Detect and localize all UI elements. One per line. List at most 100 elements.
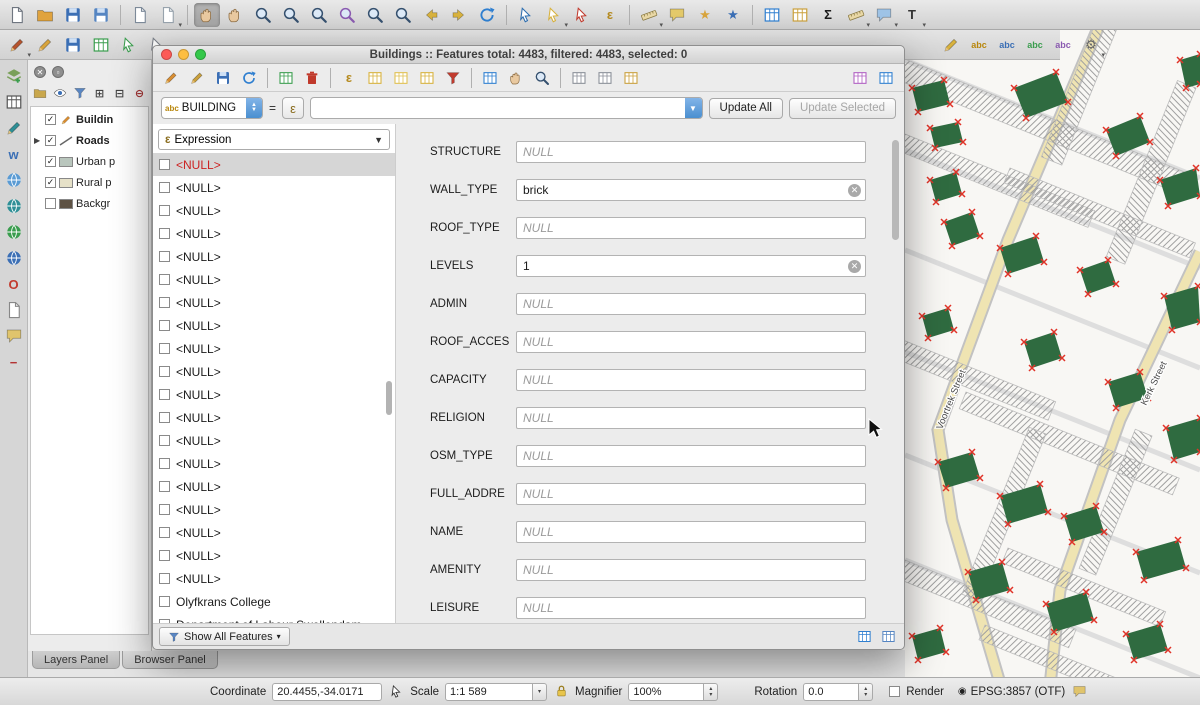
add-group-icon[interactable] bbox=[31, 84, 48, 102]
detach-panel-button[interactable]: ▫ bbox=[52, 66, 64, 78]
structure-field[interactable]: NULL bbox=[516, 141, 866, 163]
feature-list-item[interactable]: <NULL> bbox=[153, 498, 395, 521]
zoom-to-selected-icon[interactable] bbox=[530, 67, 554, 89]
pan-map-icon[interactable] bbox=[194, 3, 220, 27]
zoom-in-icon[interactable] bbox=[250, 3, 276, 27]
feature-checkbox[interactable] bbox=[159, 251, 170, 262]
layer-item-urban-p[interactable]: Urban p bbox=[31, 151, 148, 172]
new-bookmark-icon[interactable]: ★ bbox=[692, 3, 718, 27]
clear-value-icon[interactable]: ✕ bbox=[848, 184, 861, 197]
text-annotation-icon[interactable]: T▾ bbox=[899, 3, 925, 27]
feature-checkbox[interactable] bbox=[159, 481, 170, 492]
feature-list-item[interactable]: <NULL> bbox=[153, 291, 395, 314]
dropdown-caret-icon[interactable]: ▼ bbox=[685, 98, 702, 118]
feature-list-item[interactable]: <NULL> bbox=[153, 337, 395, 360]
layer-visibility-checkbox[interactable] bbox=[45, 177, 56, 188]
label-properties-icon[interactable]: ⚙▾ bbox=[1078, 33, 1104, 57]
feature-list-item[interactable]: <NULL> bbox=[153, 153, 395, 176]
feature-list-item[interactable]: <NULL> bbox=[153, 521, 395, 544]
magnifier-spinbox[interactable]: ▴▾ bbox=[628, 683, 718, 701]
select-by-expression-icon[interactable]: ε bbox=[597, 3, 623, 27]
map-tips-icon[interactable] bbox=[664, 3, 690, 27]
save-project-icon[interactable] bbox=[60, 3, 86, 27]
new-field-icon[interactable] bbox=[567, 67, 591, 89]
osm_type-field[interactable]: NULL bbox=[516, 445, 866, 467]
save-project-as-icon[interactable] bbox=[88, 3, 114, 27]
expand-all-icon[interactable]: ⊞ bbox=[91, 84, 108, 102]
leisure-field[interactable]: NULL bbox=[516, 597, 866, 619]
remove-layer-icon[interactable]: − bbox=[2, 350, 26, 374]
open-field-calculator-icon[interactable] bbox=[619, 67, 643, 89]
messages-log-icon[interactable] bbox=[1071, 684, 1087, 700]
feature-list-item[interactable]: <NULL> bbox=[153, 268, 395, 291]
feature-checkbox[interactable] bbox=[159, 182, 170, 193]
delete-selected-features-icon[interactable] bbox=[300, 67, 324, 89]
new-composer-icon[interactable] bbox=[127, 3, 153, 27]
zoom-last-icon[interactable] bbox=[418, 3, 444, 27]
minimize-window-button[interactable] bbox=[178, 49, 189, 60]
feature-list-item[interactable]: <NULL> bbox=[153, 406, 395, 429]
pin-unpin-labels-icon[interactable]: abc bbox=[966, 33, 992, 57]
feature-checkbox[interactable] bbox=[159, 205, 170, 216]
select-by-expression-icon[interactable]: ε bbox=[337, 67, 361, 89]
measure-area-icon[interactable]: ▾ bbox=[843, 3, 869, 27]
feature-checkbox[interactable] bbox=[159, 228, 170, 239]
stepper-icon[interactable]: ▴▾ bbox=[704, 683, 718, 701]
stepper-icon[interactable]: ▴▾ bbox=[859, 683, 873, 701]
measure-icon[interactable]: ▾ bbox=[636, 3, 662, 27]
render-checkbox[interactable] bbox=[889, 686, 900, 697]
dialog-titlebar[interactable]: Buildings :: Features total: 4483, filte… bbox=[153, 46, 904, 64]
feature-checkbox[interactable] bbox=[159, 366, 170, 377]
list-scrollbar-thumb[interactable] bbox=[386, 381, 392, 415]
add-wms-layer-icon[interactable] bbox=[2, 194, 26, 218]
rotation-input[interactable] bbox=[803, 683, 859, 701]
refresh-map-icon[interactable] bbox=[474, 3, 500, 27]
feature-checkbox[interactable] bbox=[159, 297, 170, 308]
feature-checkbox[interactable] bbox=[159, 159, 170, 170]
scale-input[interactable] bbox=[445, 683, 533, 701]
levels-field[interactable]: 1✕ bbox=[516, 255, 866, 277]
feature-list-item[interactable]: <NULL> bbox=[153, 199, 395, 222]
coordinate-input[interactable] bbox=[272, 683, 382, 701]
rotation-spinbox[interactable]: ▴▾ bbox=[803, 683, 873, 701]
feature-list-item[interactable]: <NULL> bbox=[153, 567, 395, 590]
feature-filter-button[interactable]: Show All Features ▾ bbox=[159, 627, 290, 646]
move-feature-icon[interactable] bbox=[116, 33, 142, 57]
zoom-out-icon[interactable] bbox=[278, 3, 304, 27]
close-window-button[interactable] bbox=[161, 49, 172, 60]
annotation-icon[interactable]: ▾ bbox=[871, 3, 897, 27]
tab-browser-panel[interactable]: Browser Panel bbox=[122, 651, 218, 669]
zoom-native-icon[interactable] bbox=[306, 3, 332, 27]
feature-checkbox[interactable] bbox=[159, 550, 170, 561]
feature-checkbox[interactable] bbox=[159, 527, 170, 538]
open-project-icon[interactable] bbox=[32, 3, 58, 27]
feature-list-item[interactable]: Department of Labour Swellendam bbox=[153, 613, 395, 623]
statistics-icon[interactable]: Σ bbox=[815, 3, 841, 27]
form-scrollbar-thumb[interactable] bbox=[892, 140, 899, 240]
zoom-full-icon[interactable] bbox=[334, 3, 360, 27]
feature-list-view-combo[interactable]: ε Expression ▼ bbox=[158, 129, 390, 150]
feature-list-item[interactable]: <NULL> bbox=[153, 222, 395, 245]
zoom-next-icon[interactable] bbox=[446, 3, 472, 27]
add-oracle-layer-icon[interactable]: O bbox=[2, 272, 26, 296]
add-spatialite-layer-icon[interactable] bbox=[2, 168, 26, 192]
feature-list[interactable]: <NULL><NULL><NULL><NULL><NULL><NULL><NUL… bbox=[153, 153, 395, 623]
feature-checkbox[interactable] bbox=[159, 343, 170, 354]
feature-checkbox[interactable] bbox=[159, 504, 170, 515]
expander-icon[interactable]: ▶ bbox=[34, 136, 42, 145]
feature-list-item[interactable]: <NULL> bbox=[153, 360, 395, 383]
layer-item-buildin[interactable]: Buildin bbox=[31, 109, 148, 130]
highlight-pinned-labels-icon[interactable] bbox=[938, 33, 964, 57]
filter-legend-icon[interactable] bbox=[71, 84, 88, 102]
feature-list-item[interactable]: <NULL> bbox=[153, 314, 395, 337]
new-memory-layer-icon[interactable] bbox=[2, 298, 26, 322]
layer-visibility-checkbox[interactable] bbox=[45, 198, 56, 209]
wall_type-field[interactable]: brick✕ bbox=[516, 179, 866, 201]
filter-select-icon[interactable] bbox=[441, 67, 465, 89]
feature-checkbox[interactable] bbox=[159, 389, 170, 400]
rotate-label-icon[interactable]: abc bbox=[1050, 33, 1076, 57]
composer-manager-icon[interactable]: ▾ bbox=[155, 3, 181, 27]
feature-checkbox[interactable] bbox=[159, 274, 170, 285]
show-hide-labels-icon[interactable]: abc bbox=[994, 33, 1020, 57]
layer-item-backgr[interactable]: Backgr bbox=[31, 193, 148, 214]
